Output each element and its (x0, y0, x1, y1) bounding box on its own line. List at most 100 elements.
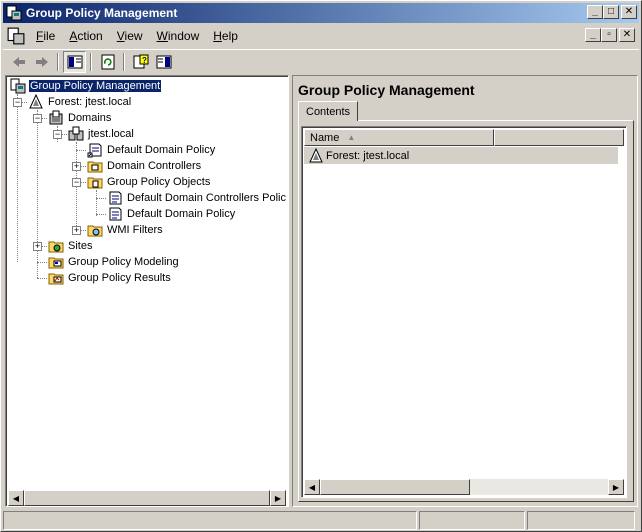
tab-contents[interactable]: Contents (298, 101, 359, 121)
tree-node-label: Sites (68, 240, 93, 252)
menu-action[interactable]: Action (62, 29, 109, 43)
tree-line (37, 110, 38, 278)
tree-node-label: Group Policy Modeling (68, 256, 179, 268)
domain-icon (68, 126, 84, 141)
scroll-left-button[interactable]: ◀ (8, 490, 24, 506)
title-bar[interactable]: Group Policy Management _ □ ✕ (3, 3, 639, 23)
app-window: Group Policy Management _ □ ✕ File Actio… (0, 0, 642, 532)
scroll-right-button[interactable]: ▶ (270, 490, 286, 506)
tree-node-results[interactable]: Group Policy Results (48, 270, 172, 286)
tree-node-label: Forest: jtest.local (48, 96, 132, 108)
system-menu-icon[interactable] (7, 27, 25, 45)
close-button[interactable]: ✕ (621, 5, 637, 19)
gpo-icon (109, 207, 122, 221)
tree-node-wmi-filters[interactable]: WMI Filters (87, 222, 164, 238)
tree-node-label: Domain Controllers (107, 160, 202, 172)
domains-icon (49, 110, 63, 125)
details-pane: Group Policy Management Contents Name ▲ … (292, 75, 638, 507)
wmi-folder-icon (87, 225, 103, 237)
tree-node-label: Default Domain Policy (127, 208, 236, 220)
tree-node-default-domain-policy-link[interactable]: Default Domain Policy (87, 142, 216, 158)
status-panel-2 (419, 511, 525, 530)
tree-line (17, 94, 18, 262)
tree-node-gpo-ddp[interactable]: Default Domain Policy (107, 206, 236, 222)
back-button[interactable] (7, 51, 30, 73)
tree-line (37, 278, 47, 279)
scroll-right-icon: ▶ (612, 482, 620, 492)
toolbar-separator (57, 52, 59, 71)
gpo-expander[interactable]: − (72, 178, 81, 187)
sites-expander[interactable]: + (33, 242, 42, 251)
child-minimize-button[interactable]: _ (585, 28, 601, 42)
tree-node-domains[interactable]: Domains (48, 110, 112, 126)
modeling-folder-icon (48, 257, 64, 269)
maximize-icon: □ (607, 6, 615, 17)
tree-node-label: Group Policy Management (27, 79, 163, 93)
menu-view[interactable]: View (110, 29, 150, 43)
help-icon: ? (133, 54, 148, 68)
child-restore-button[interactable]: ▫ (601, 28, 617, 42)
menu-window[interactable]: Window (150, 29, 207, 43)
tree-node-modeling[interactable]: Group Policy Modeling (48, 254, 180, 270)
refresh-button[interactable] (96, 51, 119, 73)
forward-icon (35, 56, 48, 67)
tree-node-sites[interactable]: Sites (48, 238, 93, 254)
tree-line (96, 214, 106, 215)
help-button[interactable]: ? (129, 51, 152, 73)
domain-expander[interactable]: − (53, 130, 62, 139)
close-icon: ✕ (622, 29, 632, 40)
tree-node-label: Default Domain Controllers Policy (127, 192, 286, 204)
maximize-button[interactable]: □ (603, 5, 619, 19)
menu-help[interactable]: Help (206, 29, 245, 43)
details-title: Group Policy Management (298, 82, 475, 98)
tree-line (96, 198, 106, 199)
tree-node-domain[interactable]: jtest.local (68, 126, 135, 142)
results-folder-icon (48, 273, 64, 285)
list-horizontal-scrollbar[interactable]: ◀ ▶ (304, 479, 624, 495)
tree-node-root[interactable]: Group Policy Management (10, 78, 163, 94)
scroll-left-icon: ◀ (308, 482, 316, 492)
domain-controllers-expander[interactable]: + (72, 162, 81, 171)
tree-node-forest[interactable]: Forest: jtest.local (28, 94, 132, 110)
refresh-icon (101, 54, 114, 69)
child-close-button[interactable]: ✕ (619, 28, 635, 42)
ou-icon (87, 161, 103, 173)
console-tree-pane[interactable]: − − − + − + + Group Policy Management Fo… (5, 75, 289, 507)
status-panel-main (3, 511, 417, 530)
tree-node-domain-controllers[interactable]: Domain Controllers (87, 158, 202, 174)
column-header-name[interactable]: Name ▲ (304, 129, 494, 146)
back-icon (12, 56, 25, 67)
tree-node-gpo-ddcp[interactable]: Default Domain Controllers Policy (107, 190, 286, 206)
forward-button[interactable] (30, 51, 53, 73)
column-header-empty (494, 129, 624, 146)
show-hide-tree-icon (67, 55, 82, 68)
sites-folder-icon (48, 241, 64, 253)
wmi-filters-expander[interactable]: + (72, 226, 81, 235)
sort-ascending-icon: ▲ (347, 133, 356, 142)
scroll-right-button[interactable]: ▶ (608, 479, 624, 495)
scroll-left-button[interactable]: ◀ (304, 479, 320, 495)
menu-bar: File Action View Window Help _ ▫ ✕ (3, 25, 639, 47)
list-item[interactable]: Forest: jtest.local (304, 147, 618, 164)
gpo-folder-icon (87, 177, 103, 189)
tree-node-label: Default Domain Policy (107, 144, 216, 156)
forest-expander[interactable]: − (13, 98, 22, 107)
gpo-icon (109, 191, 122, 205)
minimize-icon: _ (592, 6, 598, 17)
scroll-thumb[interactable] (24, 490, 270, 506)
tree-node-gpo-container[interactable]: Group Policy Objects (87, 174, 211, 190)
show-hide-action-pane-button[interactable] (152, 51, 175, 73)
tree-horizontal-scrollbar[interactable]: ◀ ▶ (8, 490, 286, 506)
tree-node-label: jtest.local (88, 128, 134, 140)
list-item-label: Forest: jtest.local (326, 149, 410, 162)
column-header-label: Name (310, 131, 340, 144)
scroll-thumb[interactable] (320, 479, 470, 495)
window-title: Group Policy Management (26, 6, 178, 20)
contents-list[interactable]: Name ▲ Forest: jtest.local ◀ ▶ (301, 126, 627, 498)
domains-expander[interactable]: − (33, 114, 42, 123)
minimize-button[interactable]: _ (587, 5, 603, 19)
gpo-link-icon (87, 143, 102, 158)
scroll-left-icon: ◀ (12, 493, 20, 503)
menu-file[interactable]: File (29, 29, 62, 43)
show-hide-tree-button[interactable] (63, 50, 86, 73)
